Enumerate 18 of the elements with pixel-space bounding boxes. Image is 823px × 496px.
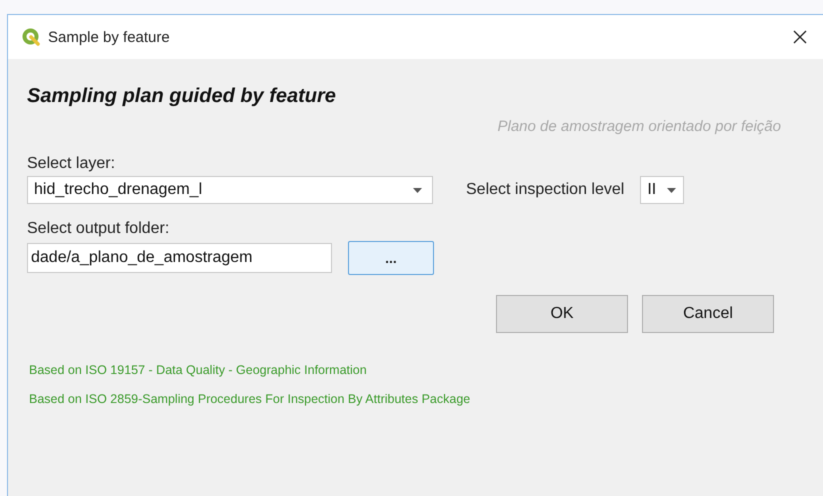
ok-button[interactable]: OK: [496, 295, 628, 333]
info-note: Based on ISO 19157 - Data Quality - Geographic Information: [29, 363, 368, 377]
layer-dropdown[interactable]: hid_trecho_drenagem_l: [27, 176, 433, 204]
info-note: Based on ISO 2859-Sampling Procedures For Inspection By Attributes Package: [29, 392, 472, 406]
layer-label: Select layer:: [27, 155, 116, 173]
output-folder-label: Select output folder:: [27, 220, 170, 238]
subtitle: Plano de amostragem orientado por feição: [496, 118, 781, 135]
dialog-heading: Sampling plan guided by feature: [27, 85, 337, 108]
cancel-button[interactable]: Cancel: [642, 295, 774, 333]
output-folder-field[interactable]: dade/a_plano_de_amostragem: [27, 243, 332, 273]
dropdown-arrow-icon: [413, 188, 422, 192]
app-logo-icon: [22, 28, 40, 46]
inspection-level-dropdown[interactable]: II: [640, 176, 684, 204]
inspection-level-label: Select inspection level: [466, 181, 624, 199]
dropdown-arrow-icon: [667, 188, 676, 192]
browse-button[interactable]: ...: [348, 241, 434, 275]
close-icon[interactable]: [793, 30, 807, 44]
window-title: Sample by feature: [48, 28, 171, 46]
